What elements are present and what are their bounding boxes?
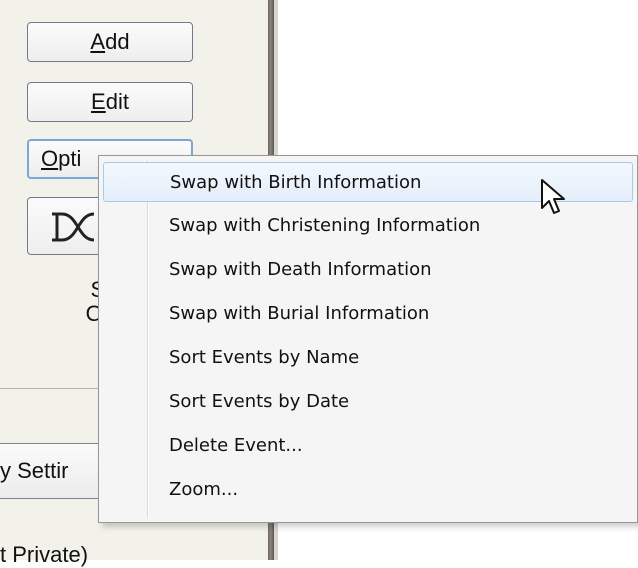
menu-item-label: Swap with Burial Information (169, 303, 430, 324)
menu-item-label: Zoom... (169, 479, 239, 500)
menu-item-swap-death[interactable]: Swap with Death Information (103, 250, 633, 290)
menu-item-label: Sort Events by Name (169, 347, 360, 368)
menu-item-label: Swap with Death Information (169, 259, 432, 280)
privacy-status-text: t Private) (0, 542, 89, 567)
privacy-settings-label: y Settir (0, 458, 69, 483)
add-button[interactable]: Add (27, 22, 193, 62)
menu-item-label: Swap with Christening Information (169, 215, 481, 236)
edit-button-label: Edit (91, 89, 129, 114)
menu-item-label: Delete Event... (169, 435, 303, 456)
menu-item-sort-by-name[interactable]: Sort Events by Name (103, 338, 633, 378)
menu-item-zoom[interactable]: Zoom... (103, 470, 633, 510)
arrow-cursor-icon (541, 179, 565, 214)
menu-item-delete-event[interactable]: Delete Event... (103, 426, 633, 466)
options-button-label: Opti (41, 146, 82, 171)
add-button-label: Add (90, 29, 130, 54)
menu-item-sort-by-date[interactable]: Sort Events by Date (103, 382, 633, 422)
menu-item-label: Swap with Birth Information (170, 172, 422, 193)
menu-item-label: Sort Events by Date (169, 391, 350, 412)
menu-item-swap-burial[interactable]: Swap with Burial Information (103, 294, 633, 334)
edit-button[interactable]: Edit (27, 82, 193, 122)
